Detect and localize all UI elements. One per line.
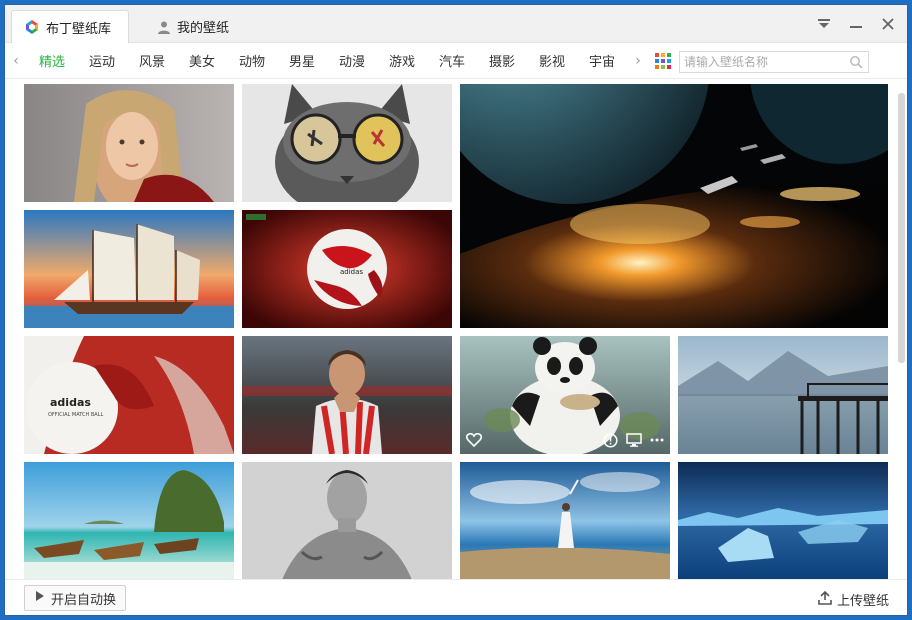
category-sports[interactable]: 运动 — [77, 51, 127, 70]
title-bar: 布丁壁纸库 我的壁纸 — [5, 5, 907, 43]
auto-change-button[interactable]: 开启自动换 — [24, 585, 126, 611]
upload-icon — [818, 590, 832, 609]
vertical-scrollbar[interactable] — [898, 83, 905, 583]
category-list: 精选 运动 风景 美女 动物 男星 动漫 游戏 汽车 摄影 影视 宇宙 — [27, 51, 627, 70]
close-icon[interactable] — [879, 15, 897, 33]
wallpaper-thumbnail[interactable]: adidas OFFICIAL MATCH BALL — [24, 336, 234, 454]
category-photography[interactable]: 摄影 — [477, 51, 527, 70]
tab-wallpaper-library[interactable]: 布丁壁纸库 — [11, 10, 129, 43]
app-logo-icon — [24, 19, 40, 35]
category-beauty[interactable]: 美女 — [177, 51, 227, 70]
category-scenery[interactable]: 风景 — [127, 51, 177, 70]
wallpaper-thumbnail[interactable] — [678, 462, 888, 579]
category-bar: ‹ 精选 运动 风景 美女 动物 男星 动漫 游戏 汽车 摄影 影视 宇宙 › — [5, 43, 907, 79]
wallpaper-thumbnail[interactable] — [460, 462, 670, 579]
all-categories-icon[interactable] — [655, 52, 671, 69]
minimize-icon[interactable] — [847, 15, 865, 33]
svg-text:adidas: adidas — [50, 396, 91, 409]
scrollbar-thumb[interactable] — [898, 93, 905, 363]
more-icon[interactable] — [650, 438, 664, 442]
footer-bar: 开启自动换 上传壁纸 — [5, 579, 907, 615]
category-male-stars[interactable]: 男星 — [277, 51, 327, 70]
scroll-left-icon[interactable]: ‹ — [5, 53, 27, 69]
menu-dropdown-icon[interactable] — [815, 15, 833, 33]
tab-my-wallpapers[interactable]: 我的壁纸 — [145, 10, 255, 43]
category-universe[interactable]: 宇宙 — [577, 51, 627, 70]
category-anime[interactable]: 动漫 — [327, 51, 377, 70]
category-cars[interactable]: 汽车 — [427, 51, 477, 70]
search-box — [679, 51, 869, 73]
category-games[interactable]: 游戏 — [377, 51, 427, 70]
category-featured[interactable]: 精选 — [27, 51, 77, 70]
svg-text:adidas: adidas — [340, 268, 363, 276]
wallpaper-thumbnail[interactable] — [24, 84, 234, 202]
window-controls — [815, 15, 897, 33]
wallpaper-thumbnail[interactable] — [460, 84, 888, 328]
tab-label: 布丁壁纸库 — [46, 21, 112, 37]
wallpaper-thumbnail[interactable] — [24, 462, 234, 579]
category-animals[interactable]: 动物 — [227, 51, 277, 70]
wallpaper-thumbnail[interactable] — [242, 462, 452, 579]
play-icon — [35, 590, 45, 606]
wallpaper-thumbnail[interactable] — [242, 84, 452, 202]
wallpaper-thumbnail[interactable] — [24, 210, 234, 328]
info-icon[interactable] — [603, 432, 618, 448]
search-input[interactable] — [680, 52, 840, 72]
search-icon[interactable] — [849, 55, 863, 72]
category-movies[interactable]: 影视 — [527, 51, 577, 70]
wallpaper-thumbnail[interactable] — [678, 336, 888, 454]
app-window: 布丁壁纸库 我的壁纸 ‹ 精选 运动 风景 美女 动物 男星 动漫 游戏 汽车 … — [4, 4, 908, 616]
tab-label: 我的壁纸 — [177, 21, 230, 36]
user-icon — [157, 20, 171, 34]
auto-change-label: 开启自动换 — [51, 592, 117, 608]
wallpaper-thumbnail[interactable]: adidas — [242, 210, 452, 328]
wallpaper-thumbnail[interactable] — [242, 336, 452, 454]
wallpaper-thumbnail-hovered[interactable] — [460, 336, 670, 454]
tile-action-bar — [460, 426, 670, 454]
monitor-icon[interactable] — [626, 433, 642, 447]
upload-label: 上传壁纸 — [836, 594, 889, 609]
scroll-right-icon[interactable]: › — [627, 53, 649, 69]
heart-icon[interactable] — [466, 433, 482, 447]
svg-text:OFFICIAL MATCH BALL: OFFICIAL MATCH BALL — [48, 412, 104, 418]
upload-wallpaper-button[interactable]: 上传壁纸 — [818, 590, 889, 609]
wallpaper-grid: adidas adidas OFFICIAL MATCH BALL — [5, 80, 907, 579]
